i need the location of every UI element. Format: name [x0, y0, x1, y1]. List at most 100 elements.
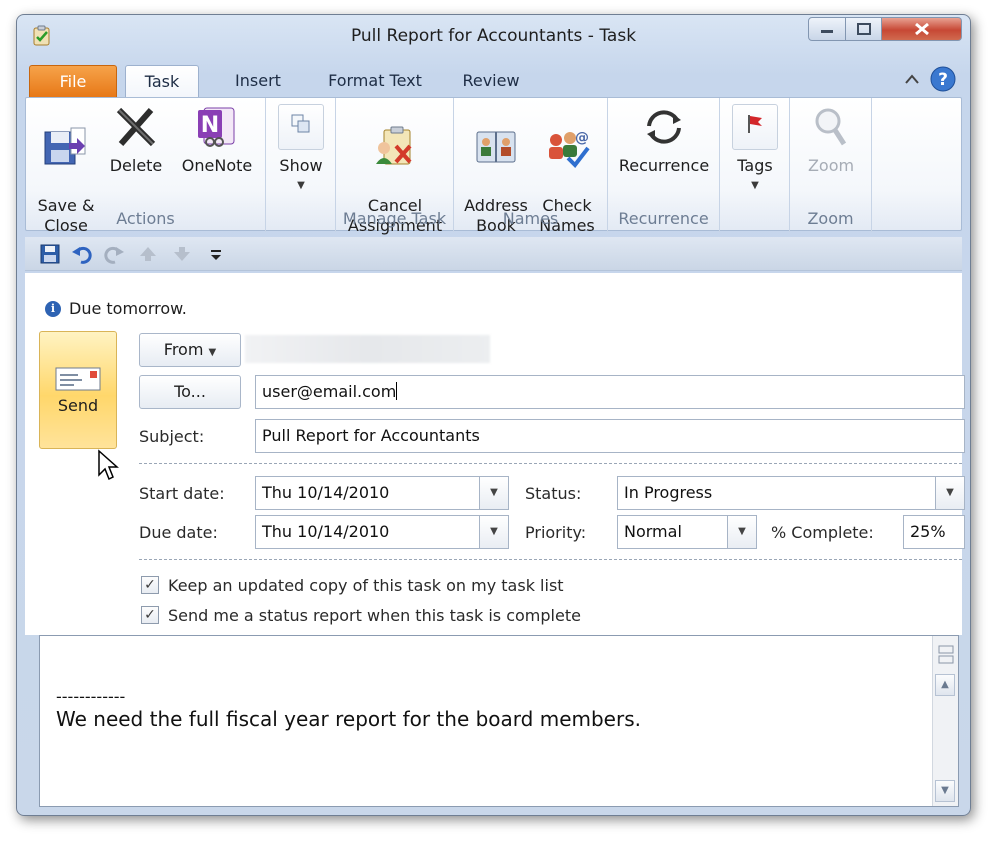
status-report-label: Send me a status report when this task i… — [168, 606, 581, 625]
close-icon — [914, 22, 929, 36]
flag-icon — [748, 115, 762, 133]
tags-button[interactable]: Tags ▼ — [728, 104, 782, 196]
body-separator: ------------ — [56, 687, 126, 706]
delete-icon — [116, 107, 156, 147]
info-icon: i — [45, 300, 61, 317]
scroll-up-button[interactable]: ▲ — [935, 674, 955, 696]
mouse-cursor-icon — [98, 449, 119, 481]
due-date-dropdown-icon[interactable]: ▼ — [479, 516, 508, 548]
title-bar: Pull Report for Accountants - Task — [17, 15, 970, 59]
window-controls — [808, 17, 962, 41]
split-view-icon[interactable] — [937, 644, 955, 666]
group-manage-task: Cancel Assignment Manage Task — [336, 98, 454, 235]
start-date-value: Thu 10/14/2010 — [262, 483, 390, 502]
priority-label: Priority: — [525, 523, 587, 542]
text-cursor — [396, 382, 398, 400]
onenote-button[interactable]: N OneNote — [176, 104, 258, 176]
recurrence-group-label: Recurrence — [618, 209, 709, 228]
tab-insert[interactable]: Insert — [219, 65, 297, 97]
group-show: Show ▼ — [266, 98, 336, 232]
divider — [139, 463, 962, 464]
from-account-redacted — [245, 335, 490, 363]
next-item-icon[interactable] — [171, 244, 193, 264]
priority-field[interactable]: Normal ▼ — [617, 515, 757, 549]
address-book-icon — [476, 131, 516, 163]
send-label: Send — [57, 396, 99, 415]
to-value: user@email.com — [262, 382, 397, 401]
close-button[interactable] — [882, 17, 962, 41]
status-dropdown-icon[interactable]: ▼ — [935, 477, 964, 509]
zoom-group-label: Zoom — [807, 209, 854, 228]
group-recurrence: Recurrence Recurrence — [608, 98, 720, 232]
delete-button[interactable]: Delete — [104, 104, 168, 176]
zoom-label: Zoom — [807, 156, 855, 175]
from-label: From — [163, 340, 204, 359]
maximize-icon — [856, 23, 871, 35]
svg-text:@: @ — [575, 130, 589, 146]
tab-format-text[interactable]: Format Text — [313, 65, 437, 97]
tags-label: Tags — [737, 156, 773, 175]
recurrence-label: Recurrence — [618, 156, 710, 175]
status-field[interactable]: In Progress ▼ — [617, 476, 965, 510]
to-button[interactable]: To... — [139, 375, 241, 409]
to-field[interactable]: user@email.com — [255, 375, 965, 409]
due-date-label: Due date: — [139, 523, 218, 542]
start-date-field[interactable]: Thu 10/14/2010 ▼ — [255, 476, 509, 510]
ribbon-tab-row: File Task Insert Format Text Review ? — [29, 61, 960, 97]
minimize-icon — [821, 30, 833, 33]
names-group-label: Names — [502, 209, 559, 228]
collapse-ribbon-icon[interactable] — [904, 73, 920, 85]
percent-complete-field[interactable]: 25% — [903, 515, 965, 549]
from-dropdown-icon: ▼ — [208, 347, 217, 358]
group-tags: Tags ▼ — [720, 98, 790, 232]
status-report-checkbox[interactable]: ✓ — [141, 606, 159, 624]
recurrence-icon — [647, 110, 681, 144]
group-actions: Save & Close Delete N OneNote Actions — [26, 98, 266, 235]
body-text: We need the full fiscal year report for … — [56, 707, 641, 731]
priority-value: Normal — [624, 522, 682, 541]
maximize-button[interactable] — [846, 17, 882, 41]
show-dropdown-icon: ▼ — [297, 180, 305, 191]
quick-access-toolbar — [25, 237, 962, 271]
start-date-label: Start date: — [139, 484, 225, 503]
start-date-dropdown-icon[interactable]: ▼ — [479, 477, 508, 509]
show-label: Show — [279, 156, 323, 175]
task-window: Pull Report for Accountants - Task File … — [16, 14, 971, 816]
show-views-icon — [291, 114, 310, 133]
undo-icon[interactable] — [71, 244, 93, 264]
body-scrollbar[interactable]: ▲ ▼ — [932, 636, 958, 806]
customize-toolbar-icon[interactable] — [205, 244, 227, 264]
send-button[interactable]: Send — [39, 331, 117, 449]
keep-copy-label: Keep an updated copy of this task on my … — [168, 576, 564, 595]
info-message: Due tomorrow. — [69, 299, 187, 318]
check-names-icon: @ — [549, 130, 590, 169]
info-bar: i Due tomorrow. — [45, 299, 187, 318]
zoom-button[interactable]: Zoom — [796, 104, 866, 176]
show-button[interactable]: Show ▼ — [274, 104, 328, 196]
tags-dropdown-icon: ▼ — [751, 180, 759, 191]
save-icon[interactable] — [39, 244, 61, 264]
delete-label: Delete — [109, 156, 163, 175]
task-body-editor[interactable]: ------------ We need the full fiscal yea… — [39, 635, 959, 807]
redo-icon[interactable] — [103, 244, 125, 264]
save-close-icon — [44, 127, 86, 165]
tab-task[interactable]: Task — [125, 65, 199, 97]
subject-label: Subject: — [139, 427, 205, 446]
recurrence-button[interactable]: Recurrence — [612, 104, 716, 176]
previous-item-icon[interactable] — [137, 244, 159, 264]
envelope-icon — [55, 367, 101, 391]
keep-copy-checkbox[interactable]: ✓ — [141, 576, 159, 594]
due-date-field[interactable]: Thu 10/14/2010 ▼ — [255, 515, 509, 549]
onenote-label: OneNote — [181, 156, 253, 175]
minimize-button[interactable] — [808, 17, 846, 41]
status-label: Status: — [525, 484, 582, 503]
tab-file[interactable]: File — [29, 65, 117, 97]
from-button[interactable]: From ▼ — [139, 333, 241, 367]
manage-task-group-label: Manage Task — [342, 209, 447, 228]
tab-review[interactable]: Review — [453, 65, 529, 97]
onenote-icon: N — [198, 107, 235, 147]
priority-dropdown-icon[interactable]: ▼ — [727, 516, 756, 548]
scroll-down-button[interactable]: ▼ — [935, 780, 955, 802]
help-icon[interactable]: ? — [930, 66, 956, 92]
subject-field[interactable]: Pull Report for Accountants — [255, 419, 965, 453]
